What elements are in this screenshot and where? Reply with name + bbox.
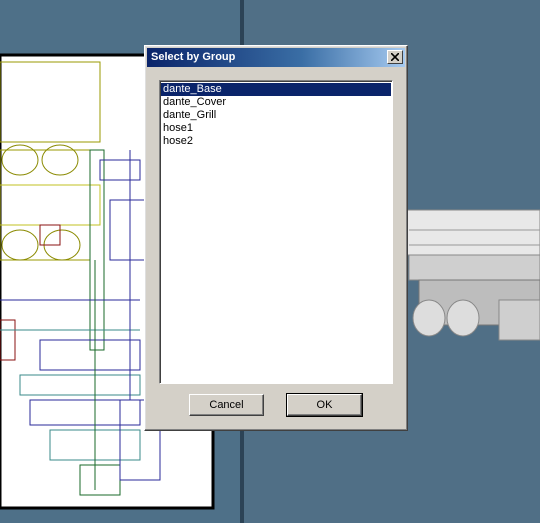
dialog-title: Select by Group (151, 51, 236, 63)
list-item[interactable]: hose1 (161, 122, 391, 135)
dialog-titlebar[interactable]: Select by Group (147, 48, 405, 67)
close-button[interactable] (387, 50, 403, 64)
select-by-group-dialog: Select by Group dante_Base dante_Cover dan… (144, 45, 408, 431)
ok-button[interactable]: OK (286, 393, 363, 417)
close-icon (391, 53, 399, 61)
list-item[interactable]: dante_Cover (161, 96, 391, 109)
cancel-button[interactable]: Cancel (189, 394, 264, 416)
group-list[interactable]: dante_Base dante_Cover dante_Grill hose1 hos… (159, 80, 393, 384)
list-item[interactable]: dante_Grill (161, 109, 391, 122)
list-item[interactable]: dante_Base (161, 83, 391, 96)
list-item[interactable]: hose2 (161, 135, 391, 148)
